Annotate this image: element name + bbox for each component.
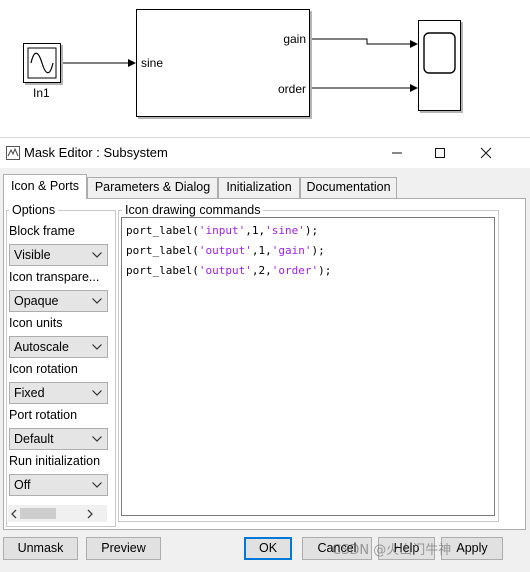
title-bar[interactable]: Mask Editor : Subsystem bbox=[0, 138, 530, 168]
tab-initialization[interactable]: Initialization bbox=[218, 177, 300, 198]
block-frame-value: Visible bbox=[14, 248, 51, 262]
chevron-down-icon bbox=[92, 436, 102, 442]
code-number: ,1, bbox=[251, 244, 272, 257]
scope-screen-icon bbox=[423, 32, 456, 74]
inport-label: In1 bbox=[33, 86, 50, 100]
chevron-down-icon bbox=[92, 390, 102, 396]
code-string: 'output' bbox=[198, 264, 252, 277]
minimize-icon bbox=[392, 152, 402, 154]
icon-units-select[interactable]: Autoscale bbox=[9, 336, 108, 358]
port-rotation-value: Default bbox=[14, 432, 54, 446]
tab-icon-and-ports[interactable]: Icon & Ports bbox=[3, 174, 87, 199]
code-line: port_label('output',2,'order'); bbox=[126, 264, 331, 277]
mask-editor-app-icon bbox=[6, 146, 20, 160]
code-string: 'output' bbox=[198, 244, 252, 257]
tab-parameters-and-dialog[interactable]: Parameters & Dialog bbox=[87, 177, 218, 198]
chevron-down-icon bbox=[92, 482, 102, 488]
icon-rotation-select[interactable]: Fixed bbox=[9, 382, 108, 404]
code-function: port_label( bbox=[126, 224, 199, 237]
mask-editor-dialog: Mask Editor : Subsystem Icon & Ports Par… bbox=[0, 137, 530, 572]
code-terminator: ); bbox=[304, 224, 319, 237]
icon-commands-editor[interactable]: port_label('input',1,'sine'); port_label… bbox=[121, 217, 495, 516]
chevron-down-icon bbox=[92, 252, 102, 258]
block-frame-select[interactable]: Visible bbox=[9, 244, 108, 266]
inport-block[interactable] bbox=[23, 43, 61, 83]
subsystem-block[interactable]: sine gain order bbox=[136, 9, 310, 117]
port-label-order: order bbox=[277, 82, 306, 96]
icon-units-value: Autoscale bbox=[14, 340, 69, 354]
maximize-icon bbox=[435, 148, 445, 158]
code-line: port_label('output',1,'gain'); bbox=[126, 244, 325, 257]
close-button[interactable] bbox=[464, 138, 508, 168]
code-line: port_label('input',1,'sine'); bbox=[126, 224, 318, 237]
scroll-left-icon[interactable] bbox=[10, 509, 18, 519]
chevron-down-icon bbox=[92, 298, 102, 304]
run-initialization-value: Off bbox=[14, 478, 31, 492]
code-number: ,1, bbox=[245, 224, 266, 237]
code-terminator: ); bbox=[318, 264, 332, 277]
icon-rotation-label: Icon rotation bbox=[9, 362, 78, 376]
code-number: ,2, bbox=[251, 264, 272, 277]
code-string: 'gain' bbox=[271, 244, 312, 257]
scrollbar-thumb[interactable] bbox=[20, 508, 56, 519]
code-function: port_label( bbox=[126, 264, 199, 277]
code-string: 'sine' bbox=[265, 224, 305, 237]
chevron-down-icon bbox=[92, 344, 102, 350]
icon-transparency-value: Opaque bbox=[14, 294, 59, 308]
code-function: port_label( bbox=[126, 244, 199, 257]
code-string: 'input' bbox=[198, 224, 246, 237]
icon-units-label: Icon units bbox=[9, 316, 63, 330]
signal-line-gain[interactable] bbox=[310, 38, 418, 48]
icon-transparency-select[interactable]: Opaque bbox=[9, 290, 108, 312]
maximize-button[interactable] bbox=[418, 138, 462, 168]
watermark: CSDN @火山门牛神 bbox=[332, 543, 452, 558]
port-rotation-select[interactable]: Default bbox=[9, 428, 108, 450]
icon-transparency-label: Icon transpare... bbox=[9, 270, 100, 284]
block-frame-label: Block frame bbox=[9, 224, 75, 238]
sine-wave-icon bbox=[27, 47, 57, 79]
port-rotation-label: Port rotation bbox=[9, 408, 78, 422]
dialog-title: Mask Editor : Subsystem bbox=[24, 145, 168, 160]
options-horizontal-scrollbar[interactable] bbox=[8, 505, 107, 522]
run-initialization-select[interactable]: Off bbox=[9, 474, 108, 496]
code-string: 'order' bbox=[271, 264, 319, 277]
ok-button[interactable]: OK bbox=[244, 537, 292, 560]
code-terminator: ); bbox=[311, 244, 325, 257]
run-initialization-label: Run initialization bbox=[9, 454, 101, 468]
model-canvas: In1 sine gain order bbox=[0, 0, 530, 137]
port-label-sine: sine bbox=[141, 56, 164, 70]
minimize-button[interactable] bbox=[375, 138, 419, 168]
icon-commands-legend: Icon drawing commands bbox=[122, 203, 264, 217]
unmask-button[interactable]: Unmask bbox=[3, 537, 78, 560]
preview-button[interactable]: Preview bbox=[86, 537, 161, 560]
options-legend: Options bbox=[9, 203, 59, 217]
tab-documentation[interactable]: Documentation bbox=[300, 177, 397, 198]
close-icon bbox=[480, 147, 492, 159]
icon-rotation-value: Fixed bbox=[14, 386, 45, 400]
port-label-gain: gain bbox=[283, 32, 306, 46]
scope-block[interactable] bbox=[418, 20, 461, 111]
scroll-right-icon[interactable] bbox=[86, 509, 94, 519]
